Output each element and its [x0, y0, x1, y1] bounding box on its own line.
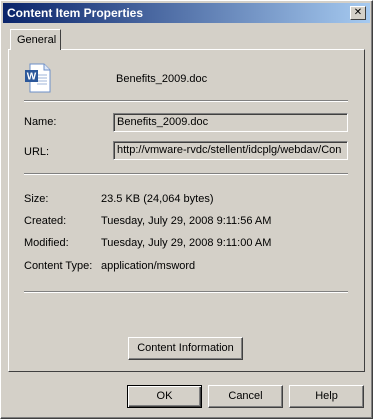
separator — [24, 173, 348, 175]
url-field[interactable]: http://vmware-rvdc/stellent/idcplg/webda… — [113, 141, 348, 160]
content-information-button[interactable]: Content Information — [128, 337, 243, 360]
modified-label: Modified: — [24, 237, 69, 249]
title-bar[interactable]: Content Item Properties ✕ — [3, 3, 370, 23]
created-label: Created: — [24, 215, 67, 227]
window-title: Content Item Properties — [7, 6, 144, 20]
separator — [24, 100, 348, 102]
close-icon: ✕ — [353, 7, 363, 18]
modified-value: Tuesday, July 29, 2008 9:11:00 AM — [101, 237, 272, 249]
created-value: Tuesday, July 29, 2008 9:11:56 AM — [101, 215, 272, 227]
file-name-heading: Benefits_2009.doc — [116, 73, 208, 85]
content-type-value: application/msword — [101, 260, 196, 272]
tab-general-label: General — [17, 34, 57, 46]
content-type-label: Content Type: — [24, 260, 93, 272]
url-label: URL: — [24, 146, 50, 158]
name-label: Name: — [24, 116, 57, 128]
svg-text:W: W — [27, 72, 37, 83]
separator — [24, 291, 348, 293]
cancel-button[interactable]: Cancel — [208, 385, 283, 408]
size-value: 23.5 KB (24,064 bytes) — [101, 193, 214, 205]
help-button[interactable]: Help — [289, 385, 364, 408]
ok-button[interactable]: OK — [127, 385, 202, 408]
name-field[interactable]: Benefits_2009.doc — [113, 113, 348, 132]
word-document-icon: W — [25, 63, 51, 93]
general-panel — [8, 49, 365, 372]
tab-general[interactable]: General — [10, 29, 61, 50]
close-button[interactable]: ✕ — [350, 6, 366, 20]
size-label: Size: — [24, 193, 49, 205]
